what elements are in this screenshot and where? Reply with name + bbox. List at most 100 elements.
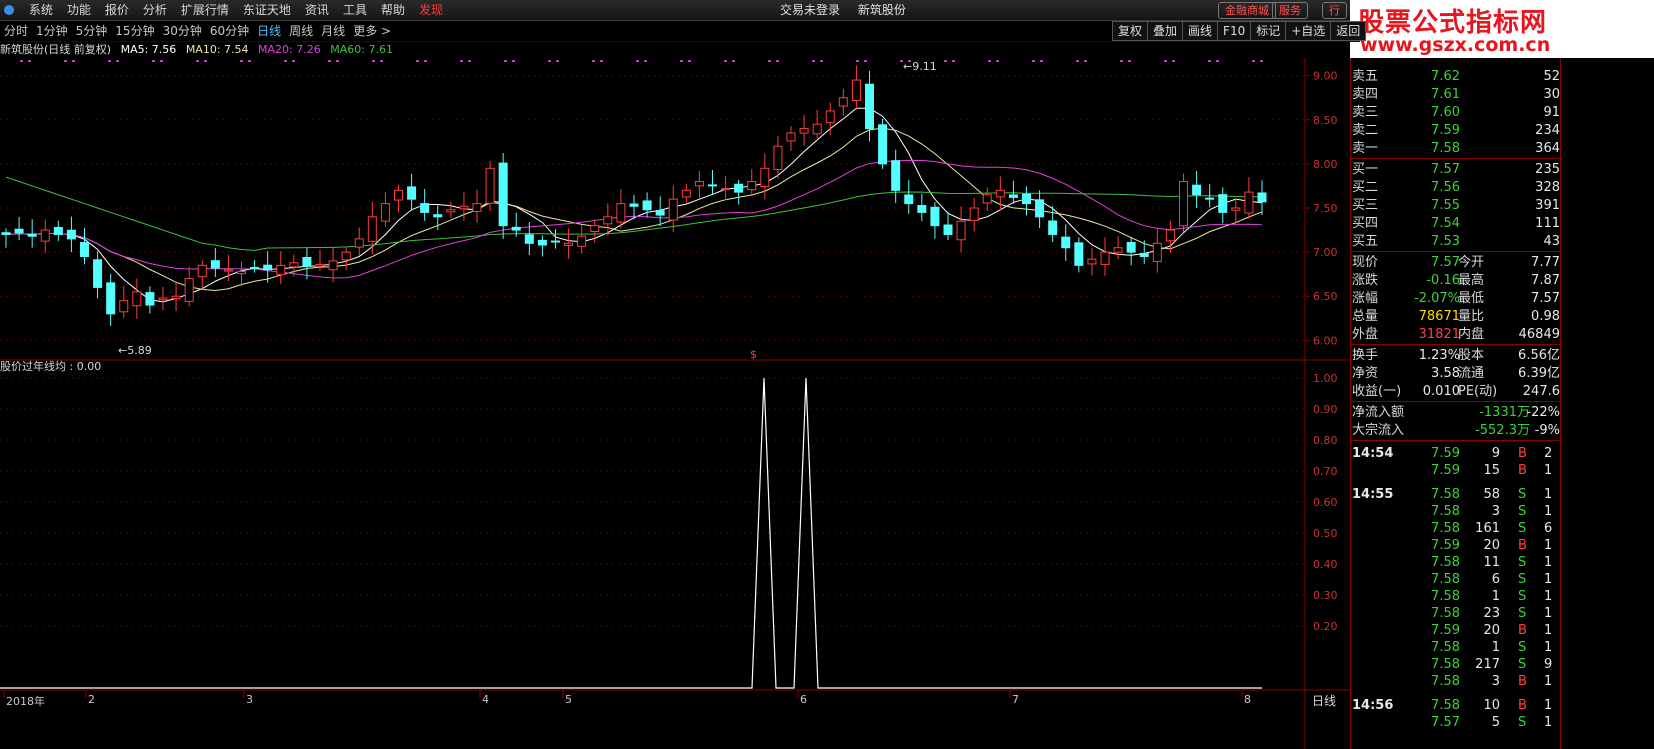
tick-count: 1 [1544,589,1553,604]
candle [40,219,50,253]
tick-count: 1 [1544,463,1553,478]
period-tab-1[interactable]: 1分钟 [32,21,72,41]
tool-button-0[interactable]: 复权 [1112,21,1149,41]
bid-row[interactable]: 买五 7.53 43 [1350,233,1560,250]
tick-volume: 1 [1491,640,1500,655]
indicator-y-tick: 0.70 [1313,465,1338,478]
x-tick-label: 8 [1244,693,1251,706]
bid-row[interactable]: 买二 7.56 328 [1350,179,1560,196]
panel-divider [1350,251,1560,252]
tick-side: B [1518,698,1527,713]
x-tick-label: 6 [800,693,807,706]
flow-label: 净流入额 [1352,405,1405,420]
tick-volume: 9 [1491,446,1500,461]
finance-mall-button[interactable]: 金融商城 [1218,2,1276,19]
bid-row[interactable]: 买四 7.54 111 [1350,215,1560,232]
candle [1008,180,1018,204]
period-tab-3[interactable]: 15分钟 [111,21,158,41]
period-tab-2[interactable]: 5分钟 [72,21,112,41]
tick-side: B [1518,674,1527,689]
quote-label-2: 量比 [1458,309,1485,324]
candle [1100,237,1110,277]
period-tab-6[interactable]: 日线 [253,21,285,41]
tool-button-4[interactable]: 标记 [1250,21,1287,41]
tool-button-1[interactable]: 叠加 [1147,21,1184,41]
quote-row: 现价 7.57 今开 7.77 [1350,254,1560,271]
menu-item-8[interactable]: 帮助 [374,0,412,20]
fund-value-2: 247.6 [1522,384,1560,399]
fund-label-2: PE(动) [1458,384,1498,399]
menu-item-7[interactable]: 工具 [336,0,374,20]
ask-row[interactable]: 卖二 7.59 234 [1350,122,1560,139]
menu-item-6[interactable]: 资讯 [298,0,336,20]
period-tab-5[interactable]: 60分钟 [206,21,253,41]
ask-row[interactable]: 卖三 7.60 91 [1350,104,1560,121]
ask-volume: 234 [1535,123,1560,138]
ask-price: 7.61 [1431,87,1460,102]
tick-volume: 5 [1491,715,1500,730]
kline-chart[interactable]: 9.00 8.50 8.00 7.50 7.00 6.50 6.00 1.00 0.90 0.80… [0,58,1350,749]
menu-item-4[interactable]: 扩展行情 [174,0,236,20]
tick-price: 7.59 [1431,446,1460,461]
ask-price: 7.62 [1431,69,1460,84]
tick-volume: 161 [1475,521,1500,536]
tick-time: 14:56 [1352,698,1394,713]
tick-row: 7.58 217 S 9 [1350,656,1560,673]
ask-row[interactable]: 卖四 7.61 30 [1350,86,1560,103]
ask-price: 7.58 [1431,141,1460,156]
tick-side: S [1518,657,1527,672]
bid-row[interactable]: 买一 7.57 235 [1350,161,1560,178]
period-tab-8[interactable]: 月线 [317,21,349,41]
candle [171,281,181,311]
period-tab-9[interactable]: 更多 > [349,21,395,41]
service-button[interactable]: 服务 [1272,2,1308,19]
candle [459,192,469,221]
panel-divider [1350,401,1560,402]
period-tab-7[interactable]: 周线 [285,21,317,41]
menu-item-discover[interactable]: 发现 [412,0,450,20]
candle [655,196,665,226]
tool-button-6[interactable]: 返回 [1330,21,1367,41]
tick-side: B [1518,538,1527,553]
menu-item-2[interactable]: 报价 [98,0,136,20]
period-tab-4[interactable]: 30分钟 [159,21,206,41]
tick-price: 7.58 [1431,487,1460,502]
tick-row: 7.58 6 S 1 [1350,571,1560,588]
fund-value: 3.58 [1431,366,1460,381]
candle [577,225,587,254]
fund-label-2: 股本 [1458,348,1485,363]
menu-item-3[interactable]: 分析 [136,0,174,20]
quote-row: 总量 78671 量比 0.98 [1350,308,1560,325]
menu-item-1[interactable]: 功能 [60,0,98,20]
pane-separator-marker[interactable]: $ [750,348,757,361]
bid-row[interactable]: 买三 7.55 391 [1350,197,1560,214]
tick-count: 1 [1544,538,1553,553]
ask-row[interactable]: 卖一 7.58 364 [1350,140,1560,157]
candle [812,109,822,139]
tool-button-3[interactable]: F10 [1217,21,1252,41]
candle [93,251,103,299]
fund-value: 0.010 [1422,384,1460,399]
period-tab-0[interactable]: 分时 [0,21,32,41]
tick-price: 7.58 [1431,589,1460,604]
fund-value: 1.23% [1418,348,1460,363]
menu-item-5[interactable]: 东证天地 [236,0,298,20]
ma-legend: 新筑股份(日线 前复权) MA5: 7.56 MA10: 7.54 MA20: … [0,43,399,57]
quote-row: 涨幅 -2.07% 最低 7.57 [1350,290,1560,307]
tick-row: 14:55 7.58 58 S 1 [1350,486,1560,503]
quote-row: 外盘 31821 内盘 46849 [1350,326,1560,343]
tick-count: 1 [1544,606,1553,621]
ask-volume: 52 [1543,69,1560,84]
tick-volume: 217 [1475,657,1500,672]
ask-row[interactable]: 卖五 7.62 52 [1350,68,1560,85]
menu-item-0[interactable]: 系统 [22,0,60,20]
tick-count: 1 [1544,487,1553,502]
tool-button-2[interactable]: 画线 [1182,21,1219,41]
bid-price: 7.57 [1431,162,1460,177]
quote-button[interactable]: 行 [1322,2,1347,19]
candle [511,212,521,237]
tick-side: S [1518,521,1527,536]
quote-value-2: 0.98 [1531,309,1560,324]
bid-volume: 111 [1535,216,1560,231]
tool-button-5[interactable]: +自选 [1285,21,1332,41]
